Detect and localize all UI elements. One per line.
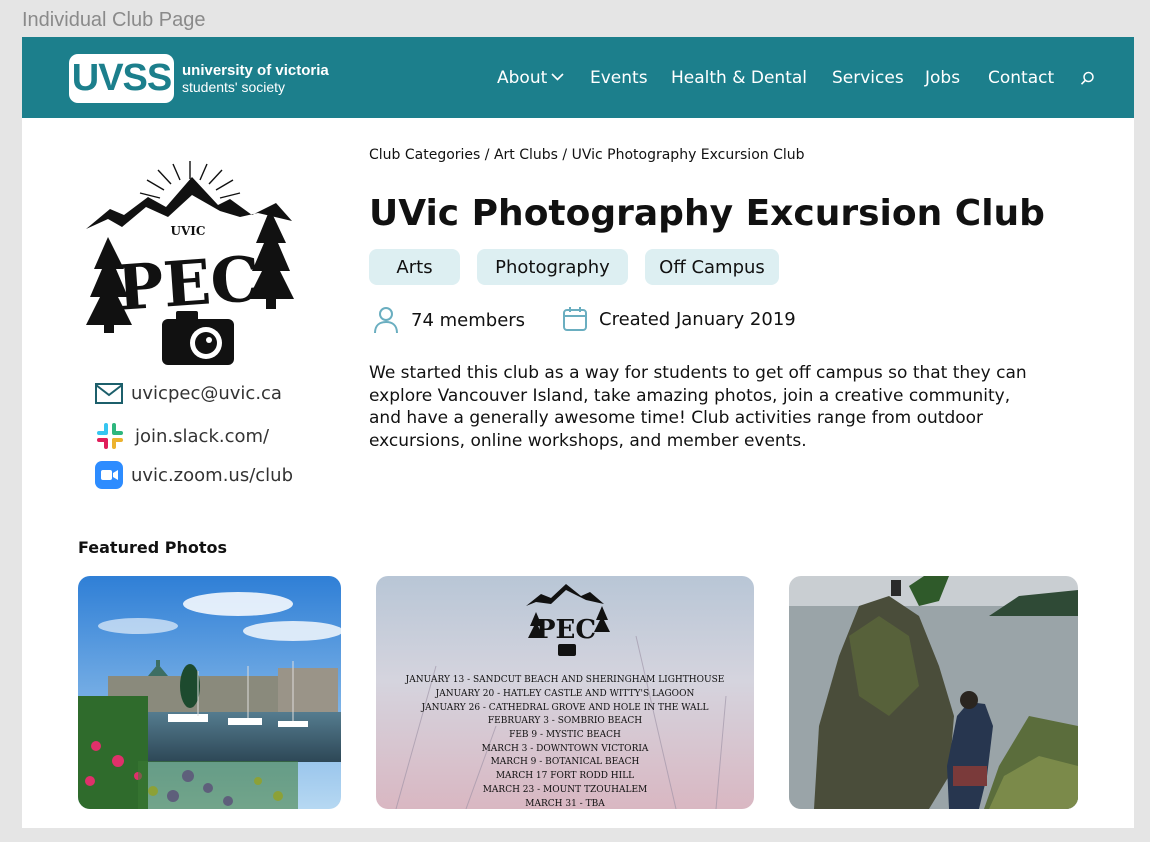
calendar-icon bbox=[563, 307, 587, 331]
user-icon bbox=[374, 307, 398, 334]
nav-health-dental[interactable]: Health & Dental bbox=[671, 68, 807, 88]
breadcrumb-art-clubs[interactable]: Art Clubs bbox=[494, 147, 558, 163]
featured-photos-heading: Featured Photos bbox=[78, 538, 228, 557]
frame-label: Individual Club Page bbox=[22, 9, 206, 31]
mail-icon bbox=[95, 383, 123, 404]
club-logo-uvic: UVIC bbox=[171, 224, 206, 238]
member-count-text: 74 members bbox=[411, 309, 526, 331]
poster-line-1: JANUARY 13 - SANDCUT BEACH AND SHERINGHA… bbox=[405, 675, 725, 685]
nav-contact[interactable]: Contact bbox=[988, 68, 1054, 88]
breadcrumb-separator: / bbox=[480, 147, 494, 163]
contact-zoom-text: uvic.zoom.us/club bbox=[131, 464, 293, 486]
zoom-icon bbox=[95, 461, 123, 489]
poster-line-10: MARCH 31 - TBA bbox=[525, 799, 605, 809]
poster-line-9: MARCH 23 - MOUNT TZOUHALEM bbox=[483, 785, 648, 795]
featured-photo-schedule-poster[interactable]: PEC JANUARY 13 - SANDCUT BEACH AND SHERI… bbox=[376, 576, 754, 809]
slack-icon bbox=[97, 423, 123, 449]
poster-line-5: FEB 9 - MYSTIC BEACH bbox=[509, 730, 621, 740]
club-tags: Arts Photography Off Campus bbox=[369, 249, 796, 285]
club-stats: 74 members Created January 2019 bbox=[372, 306, 832, 336]
created-date: Created January 2019 bbox=[562, 306, 796, 332]
club-logo: UVIC PEC bbox=[86, 161, 294, 365]
chevron-down-icon bbox=[551, 73, 564, 81]
nav-about[interactable]: About bbox=[497, 68, 564, 88]
contact-zoom[interactable]: uvic.zoom.us/club bbox=[95, 461, 293, 489]
poster-logo-pec: PEC bbox=[536, 615, 596, 645]
poster-line-2: JANUARY 20 - HATLEY CASTLE AND WITTY'S L… bbox=[435, 689, 695, 699]
breadcrumb: Club Categories / Art Clubs / UVic Photo… bbox=[369, 147, 805, 163]
featured-photo-sea-rock[interactable] bbox=[789, 576, 1078, 809]
contact-slack[interactable]: join.slack.com/ bbox=[95, 421, 269, 451]
tag-photography[interactable]: Photography bbox=[477, 249, 628, 285]
poster-line-4: FEBRUARY 3 - SOMBRIO BEACH bbox=[488, 716, 642, 726]
tag-arts[interactable]: Arts bbox=[369, 249, 460, 285]
club-description: We started this club as a way for studen… bbox=[369, 363, 1027, 451]
main-nav: About Events Health & Dental Services Jo… bbox=[22, 68, 1134, 90]
nav-jobs[interactable]: Jobs bbox=[925, 68, 960, 88]
breadcrumb-separator: / bbox=[557, 147, 572, 163]
tag-off-campus[interactable]: Off Campus bbox=[645, 249, 779, 285]
site-header: UVSS university of victoria students' so… bbox=[22, 37, 1134, 118]
contact-email[interactable]: uvicpec@uvic.ca bbox=[95, 383, 282, 404]
created-date-text: Created January 2019 bbox=[599, 308, 796, 330]
page-title: UVic Photography Excursion Club bbox=[369, 193, 1045, 234]
search-icon[interactable] bbox=[1080, 71, 1095, 86]
nav-about-label: About bbox=[497, 68, 548, 88]
poster-line-8: MARCH 17 FORT RODD HILL bbox=[496, 771, 634, 781]
club-page: UVSS university of victoria students' so… bbox=[22, 37, 1134, 828]
poster-line-3: JANUARY 26 - CATHEDRAL GROVE AND HOLE IN… bbox=[421, 703, 709, 713]
poster-line-7: MARCH 9 - BOTANICAL BEACH bbox=[491, 757, 640, 767]
poster-line-6: MARCH 3 - DOWNTOWN VICTORIA bbox=[482, 744, 649, 754]
breadcrumb-club-categories[interactable]: Club Categories bbox=[369, 147, 480, 163]
nav-events[interactable]: Events bbox=[590, 68, 648, 88]
nav-services[interactable]: Services bbox=[832, 68, 904, 88]
contact-email-text: uvicpec@uvic.ca bbox=[131, 383, 282, 404]
featured-photo-harbour[interactable] bbox=[78, 576, 341, 809]
breadcrumb-current: UVic Photography Excursion Club bbox=[571, 147, 805, 163]
contact-slack-text: join.slack.com/ bbox=[135, 425, 270, 447]
member-count: 74 members bbox=[372, 306, 525, 334]
